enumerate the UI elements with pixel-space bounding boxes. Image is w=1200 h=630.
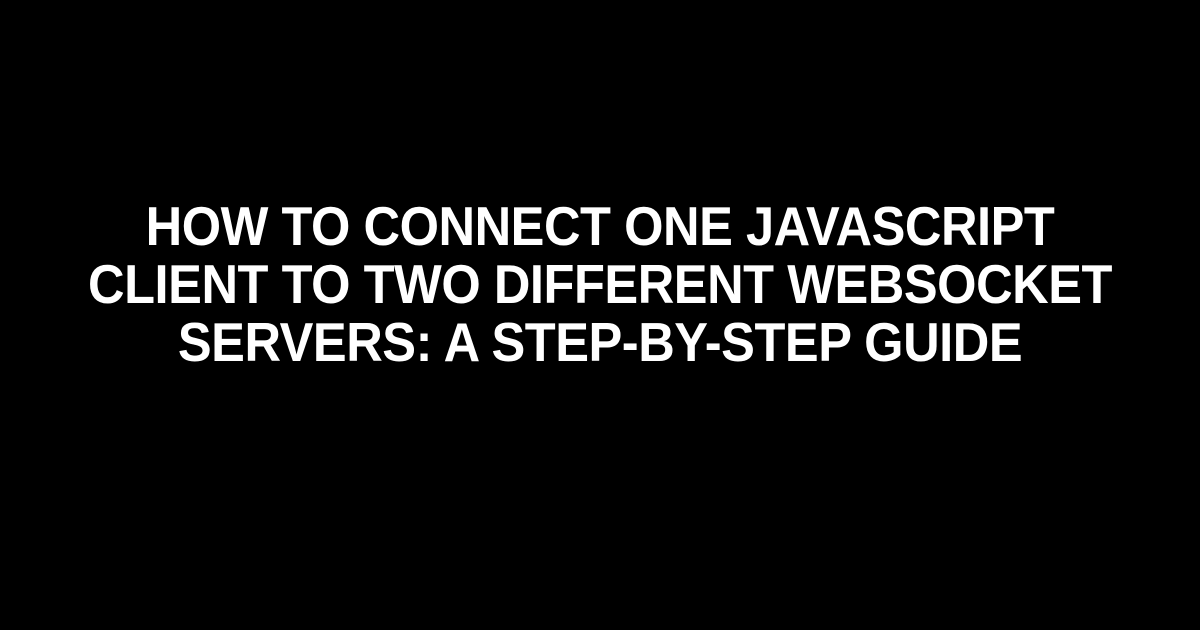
page-title: HOW TO CONNECT ONE JAVASCRIPT CLIENT TO …: [85, 198, 1115, 371]
